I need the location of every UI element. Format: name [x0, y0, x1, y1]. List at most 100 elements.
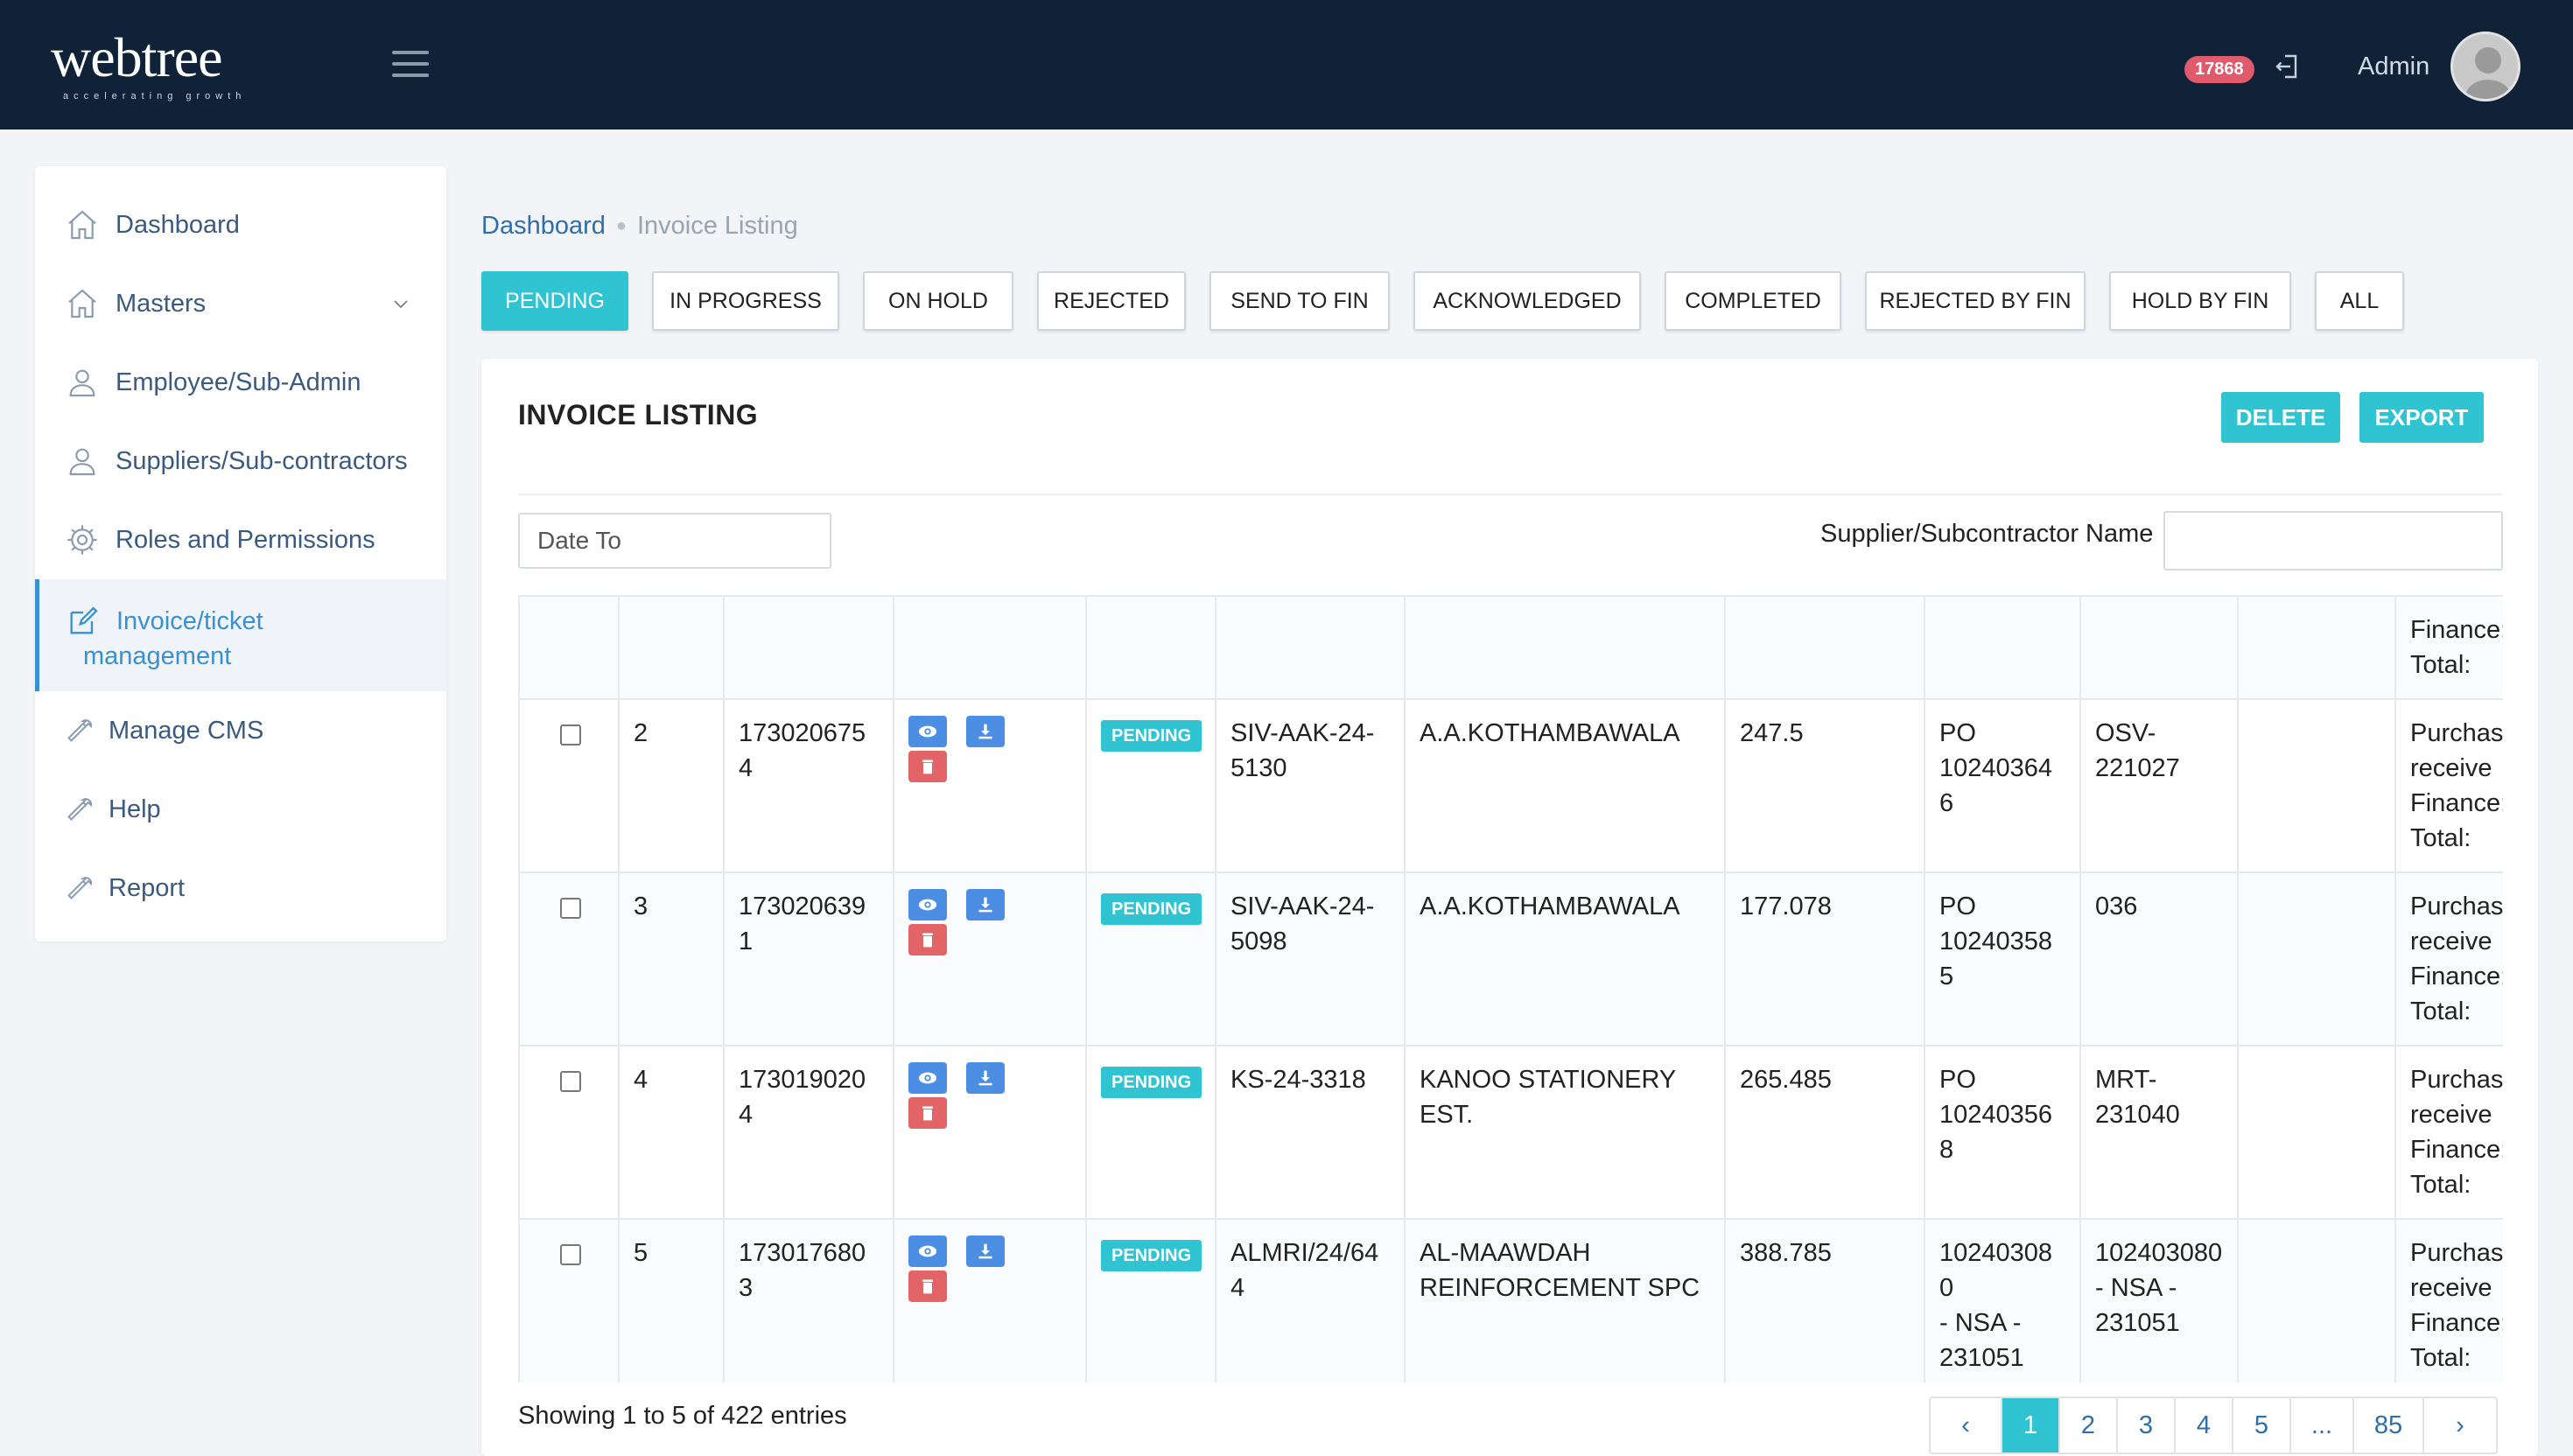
row-checkbox[interactable]: [560, 1244, 581, 1265]
page-button-85[interactable]: 85: [2354, 1398, 2424, 1452]
delete-row-button[interactable]: [908, 751, 947, 782]
cell-line: Purchas: [2410, 719, 2503, 747]
avatar[interactable]: [2450, 32, 2520, 102]
remarks: Purchas receive Finance: Total:: [2394, 698, 2503, 873]
row-checkbox[interactable]: [560, 1071, 581, 1092]
cell-line: - NSA -: [1939, 1309, 2022, 1337]
page-button-2[interactable]: 2: [2060, 1398, 2118, 1452]
delete-button[interactable]: DELETE: [2221, 392, 2340, 443]
delete-row-button[interactable]: [908, 1270, 947, 1302]
po-number: PO 102403646: [1924, 698, 2081, 873]
download-button[interactable]: [966, 1062, 1006, 1094]
sidebar-item-report[interactable]: Report: [35, 849, 446, 928]
sidebar-item-cms[interactable]: Manage CMS: [35, 691, 446, 770]
amount: 247.5: [1724, 698, 1925, 873]
tab-pending[interactable]: PENDING: [481, 271, 628, 331]
tab-rejected-by-fin[interactable]: REJECTED BY FIN: [1865, 271, 2086, 331]
remarks: Purchas receive Finance: Total:: [2394, 1045, 2503, 1220]
sidebar-item-label: Manage CMS: [109, 716, 264, 745]
cell-line: 5130: [1230, 754, 1287, 782]
page-ellipsis: ...: [2291, 1398, 2354, 1452]
view-button[interactable]: [908, 1062, 947, 1094]
status-cell: PENDING: [1085, 698, 1216, 873]
prev-page-button[interactable]: ‹: [1931, 1398, 2002, 1452]
tab-completed[interactable]: COMPLETED: [1665, 271, 1841, 331]
sidebar-item-dashboard[interactable]: Dashboard: [35, 186, 446, 264]
divider: [518, 494, 2501, 495]
supplier-filter-input[interactable]: [2163, 511, 2503, 570]
cell-line: 231051: [2095, 1309, 2180, 1337]
row-checkbox[interactable]: [560, 898, 581, 919]
invoice-number: KS-24-3318: [1215, 1045, 1406, 1220]
page-button-5[interactable]: 5: [2233, 1398, 2291, 1452]
row-checkbox[interactable]: [560, 724, 581, 746]
logout-icon[interactable]: [2272, 51, 2303, 82]
date-to-input[interactable]: Date To: [518, 513, 831, 569]
table-row[interactable]: 5 1730176803 PENDING ALMRI/24/644 AL-MAA…: [518, 1218, 2503, 1382]
tab-hold-by-fin[interactable]: HOLD BY FIN: [2109, 271, 2291, 331]
cell-line: OSV-: [2095, 719, 2156, 747]
wrench-icon: [65, 871, 96, 906]
supplier-filter-label: Supplier/Subcontractor Name: [1820, 520, 2154, 548]
sidebar-item-masters[interactable]: Masters: [35, 264, 446, 343]
status-badge: PENDING: [1101, 1240, 1202, 1271]
table-row[interactable]: 2 1730206754 PENDING SIV-AAK-24- 5130 A.A…: [518, 698, 2503, 873]
tab-rejected[interactable]: REJECTED: [1037, 271, 1186, 331]
row-actions: [893, 1218, 1087, 1382]
home-icon: [65, 207, 100, 242]
download-button[interactable]: [966, 1236, 1006, 1267]
tab-in-progress[interactable]: IN PROGRESS: [652, 271, 839, 331]
sidebar: Dashboard Masters Employee/Sub-Admin Sup…: [35, 166, 446, 942]
sidebar-item-employee[interactable]: Employee/Sub-Admin: [35, 343, 446, 422]
invoice-number: SIV-AAK-24- 5098: [1215, 872, 1406, 1046]
sidebar-item-suppliers[interactable]: Suppliers/Sub-contractors: [35, 422, 446, 500]
empty-cell: [2237, 1218, 2396, 1382]
po-number: 102403080 - NSA - 231051: [1924, 1218, 2081, 1382]
row-actions: [893, 698, 1087, 873]
entries-info: Showing 1 to 5 of 422 entries: [518, 1402, 847, 1430]
view-button[interactable]: [908, 1236, 947, 1267]
page-button-4[interactable]: 4: [2176, 1398, 2233, 1452]
export-button[interactable]: EXPORT: [2359, 392, 2484, 443]
status-badge: PENDING: [1101, 720, 1202, 752]
top-navbar: webtree accelerating growth 17868 Admin: [0, 0, 2573, 130]
sidebar-item-label-line2: management: [83, 642, 232, 670]
table-row: Finance: Total:: [518, 595, 2503, 700]
cell-line: KS-24-3318: [1230, 1066, 1366, 1094]
sidebar-item-help[interactable]: Help: [35, 770, 446, 849]
edit-icon: [66, 604, 101, 639]
cell-line: 231051: [1939, 1344, 2024, 1372]
user-name[interactable]: Admin: [2358, 52, 2429, 81]
view-button[interactable]: [908, 889, 947, 920]
logo[interactable]: webtree accelerating growth: [51, 26, 246, 102]
page-button-3[interactable]: 3: [2118, 1398, 2176, 1452]
table-row[interactable]: 3 1730206391 PENDING SIV-AAK-24- 5098 A.A…: [518, 872, 2503, 1046]
cell-line: 102403080: [2095, 1239, 2223, 1267]
menu-toggle-icon[interactable]: [392, 51, 429, 77]
chevron-down-icon[interactable]: [390, 292, 411, 313]
notification-badge[interactable]: 17868: [2184, 56, 2254, 83]
delete-row-button[interactable]: [908, 924, 947, 956]
wrench-icon: [65, 713, 96, 748]
cell-line: Total:: [2410, 1171, 2471, 1199]
row-id: 1730206391: [723, 872, 894, 1046]
download-button[interactable]: [966, 716, 1006, 747]
next-page-button[interactable]: ›: [2424, 1398, 2496, 1452]
sidebar-item-label: Report: [109, 873, 186, 902]
tab-on-hold[interactable]: ON HOLD: [863, 271, 1013, 331]
breadcrumb-home-link[interactable]: Dashboard: [481, 212, 606, 241]
cell-line: Finance:: [2410, 1309, 2503, 1337]
row-number: 2: [618, 698, 725, 873]
download-button[interactable]: [966, 889, 1006, 920]
tab-all[interactable]: ALL: [2315, 271, 2404, 331]
view-button[interactable]: [908, 716, 947, 747]
sidebar-item-roles[interactable]: Roles and Permissions: [35, 500, 446, 579]
page-button-1[interactable]: 1: [2002, 1398, 2060, 1452]
tab-send-to-fin[interactable]: SEND TO FIN: [1209, 271, 1390, 331]
delete-row-button[interactable]: [908, 1097, 947, 1129]
row-actions: [893, 872, 1087, 1046]
sidebar-item-invoice[interactable]: Invoice/ticket management: [35, 579, 446, 691]
table-row[interactable]: 4 1730190204 PENDING KS-24-3318 KANOO ST…: [518, 1045, 2503, 1220]
cell-line: 102403585: [1939, 928, 2053, 990]
tab-acknowledged[interactable]: ACKNOWLEDGED: [1413, 271, 1641, 331]
